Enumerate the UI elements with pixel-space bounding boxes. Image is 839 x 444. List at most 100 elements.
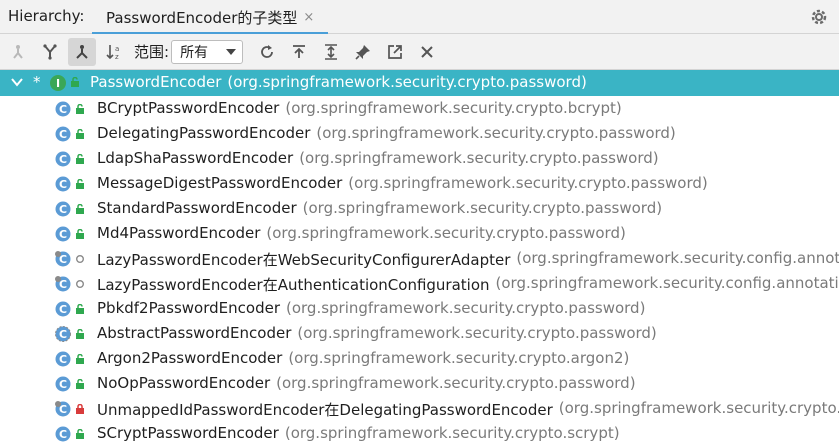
chevron-down-icon[interactable]	[10, 75, 24, 89]
class-hierarchy-button[interactable]	[36, 38, 64, 66]
svg-text:C: C	[59, 378, 67, 391]
class-icon: C	[55, 351, 71, 367]
public-visibility-icon	[76, 304, 84, 314]
svg-text:C: C	[59, 328, 67, 341]
package-name: (org.springframework.security.crypto.pas…	[316, 124, 676, 142]
tree-row[interactable]: C LdapShaPasswordEncoder (org.springframew…	[0, 146, 839, 171]
hierarchy-label: Hierarchy:	[8, 7, 85, 25]
tree-row[interactable]: C LazyPasswordEncoder在WebSecurityConfigur…	[0, 246, 839, 271]
tree-row[interactable]: C Argon2PasswordEncoder (org.springframewo…	[0, 346, 839, 371]
class-icon: C	[55, 426, 71, 442]
svg-text:a: a	[115, 45, 119, 53]
svg-text:C: C	[59, 203, 67, 216]
supertype-hierarchy-button[interactable]	[4, 38, 32, 66]
tab-label: PasswordEncoder的子类型	[106, 8, 298, 27]
export-to-text-icon	[293, 44, 306, 58]
package-name: (org.springframework.security.crypto.pas…	[297, 324, 657, 342]
gear-icon[interactable]	[809, 7, 829, 27]
class-icon: C	[55, 226, 71, 242]
svg-text:I: I	[56, 77, 60, 90]
svg-text:C: C	[59, 153, 67, 166]
svg-text:z: z	[115, 53, 119, 61]
svg-text:C: C	[59, 128, 67, 141]
public-visibility-icon	[76, 379, 84, 389]
package-name: (org.springframework.security.crypto.arg…	[288, 349, 630, 367]
expand-all-icon	[325, 43, 338, 60]
expand-all-button[interactable]	[317, 38, 345, 66]
svg-text:C: C	[59, 103, 67, 116]
close-icon[interactable]: ×	[303, 10, 314, 25]
class-name: AbstractPasswordEncoder	[97, 324, 292, 342]
class-name: LazyPasswordEncoder在AuthenticationConfig…	[97, 276, 490, 294]
svg-text:C: C	[59, 228, 67, 241]
interface-icon: I	[50, 75, 66, 91]
class-icon: C	[55, 376, 71, 392]
inner-class-icon: C	[55, 251, 71, 267]
sort-az-icon: a z	[106, 44, 119, 61]
pin-tab-button[interactable]	[349, 38, 377, 66]
refresh-button[interactable]	[253, 38, 281, 66]
class-icon: C	[55, 176, 71, 192]
class-name: LazyPasswordEncoder在WebSecurityConfigure…	[97, 251, 511, 269]
tab-password-encoder-subtypes[interactable]: PasswordEncoder的子类型 ×	[92, 0, 329, 35]
public-visibility-icon	[76, 154, 84, 164]
class-name: SCryptPasswordEncoder	[97, 424, 279, 442]
tree-row[interactable]: C Md4PasswordEncoder (org.springframework.…	[0, 221, 839, 246]
tree-row[interactable]: C Pbkdf2PasswordEncoder (org.springframewo…	[0, 296, 839, 321]
abstract-class-icon: C	[55, 326, 71, 342]
svg-text:C: C	[59, 178, 67, 191]
class-icon: C	[55, 126, 71, 142]
class-name: Pbkdf2PasswordEncoder	[97, 299, 280, 317]
package-name: (org.springframework.security.crypto.pas…	[276, 374, 636, 392]
hierarchy-toolbar: a z 范围: 所有	[0, 34, 839, 70]
close-button[interactable]	[413, 38, 441, 66]
open-in-window-button[interactable]	[381, 38, 409, 66]
inner-class-icon: C	[55, 276, 71, 292]
refresh-icon	[261, 44, 273, 58]
package-visibility-icon	[76, 255, 84, 263]
package-name: (org.springframework.security.config.ann…	[495, 274, 839, 292]
package-name: (org.springframework.security.crypto.pas…	[348, 174, 708, 192]
package-name: (org.springframework.security.crypto.scr…	[284, 424, 620, 442]
svg-text:C: C	[59, 353, 67, 366]
package-name: (org.springframework.security.crypto.pa	[558, 399, 839, 417]
tree-root-row[interactable]: * I PasswordEncoder (org.springframework…	[0, 70, 839, 96]
class-name: Md4PasswordEncoder	[97, 224, 261, 242]
export-button[interactable]	[285, 38, 313, 66]
tree-row[interactable]: C SCryptPasswordEncoder (org.springframewo…	[0, 421, 839, 444]
scope-dropdown[interactable]: 所有	[171, 39, 244, 64]
package-name: (org.springframework.security.crypto.pas…	[302, 199, 663, 217]
sort-alphabetically-button[interactable]: a z	[100, 38, 128, 66]
root-package: (org.springframework.security.crypto.pas…	[227, 73, 587, 91]
class-name: StandardPasswordEncoder	[97, 199, 297, 217]
class-name: NoOpPasswordEncoder	[97, 374, 271, 392]
package-name: (org.springframework.security.config.ann…	[516, 249, 839, 267]
class-hierarchy-icon	[43, 43, 57, 60]
base-marker: *	[33, 73, 41, 91]
package-name: (org.springframework.security.crypto.pas…	[266, 224, 626, 242]
svg-text:C: C	[59, 303, 67, 316]
tree-row[interactable]: C BCryptPasswordEncoder (org.springframewo…	[0, 96, 839, 121]
class-name: UnmappedIdPasswordEncoder在DelegatingPass…	[97, 401, 553, 419]
tree-row[interactable]: C MessageDigestPasswordEncoder (org.spring…	[0, 171, 839, 196]
tree-row[interactable]: C LazyPasswordEncoder在AuthenticationConfi…	[0, 271, 839, 296]
class-icon: C	[55, 201, 71, 217]
tree-row[interactable]: C StandardPasswordEncoder (org.springframe…	[0, 196, 839, 221]
root-class-name: PasswordEncoder	[90, 73, 222, 91]
class-name: MessageDigestPasswordEncoder	[97, 174, 343, 192]
tree-row[interactable]: C DelegatingPasswordEncoder (org.springfra…	[0, 121, 839, 146]
scope-value: 所有	[180, 44, 209, 61]
subtype-hierarchy-button[interactable]	[68, 37, 96, 66]
package-visibility-icon	[76, 280, 84, 288]
tree-row[interactable]: C NoOpPasswordEncoder (org.springframework…	[0, 371, 839, 396]
chevron-down-icon	[226, 48, 237, 55]
public-visibility-icon	[71, 77, 79, 87]
tree-row[interactable]: C AbstractPasswordEncoder (org.springframe…	[0, 321, 839, 346]
public-visibility-icon	[76, 104, 84, 114]
public-visibility-icon	[76, 229, 84, 239]
tree-row[interactable]: C UnmappedIdPasswordEncoder在DelegatingPas…	[0, 396, 839, 421]
hierarchy-tree: * I PasswordEncoder (org.springframework…	[0, 70, 839, 444]
public-visibility-icon	[76, 204, 84, 214]
subtype-hierarchy-icon	[76, 44, 88, 59]
pin-icon	[355, 44, 371, 60]
